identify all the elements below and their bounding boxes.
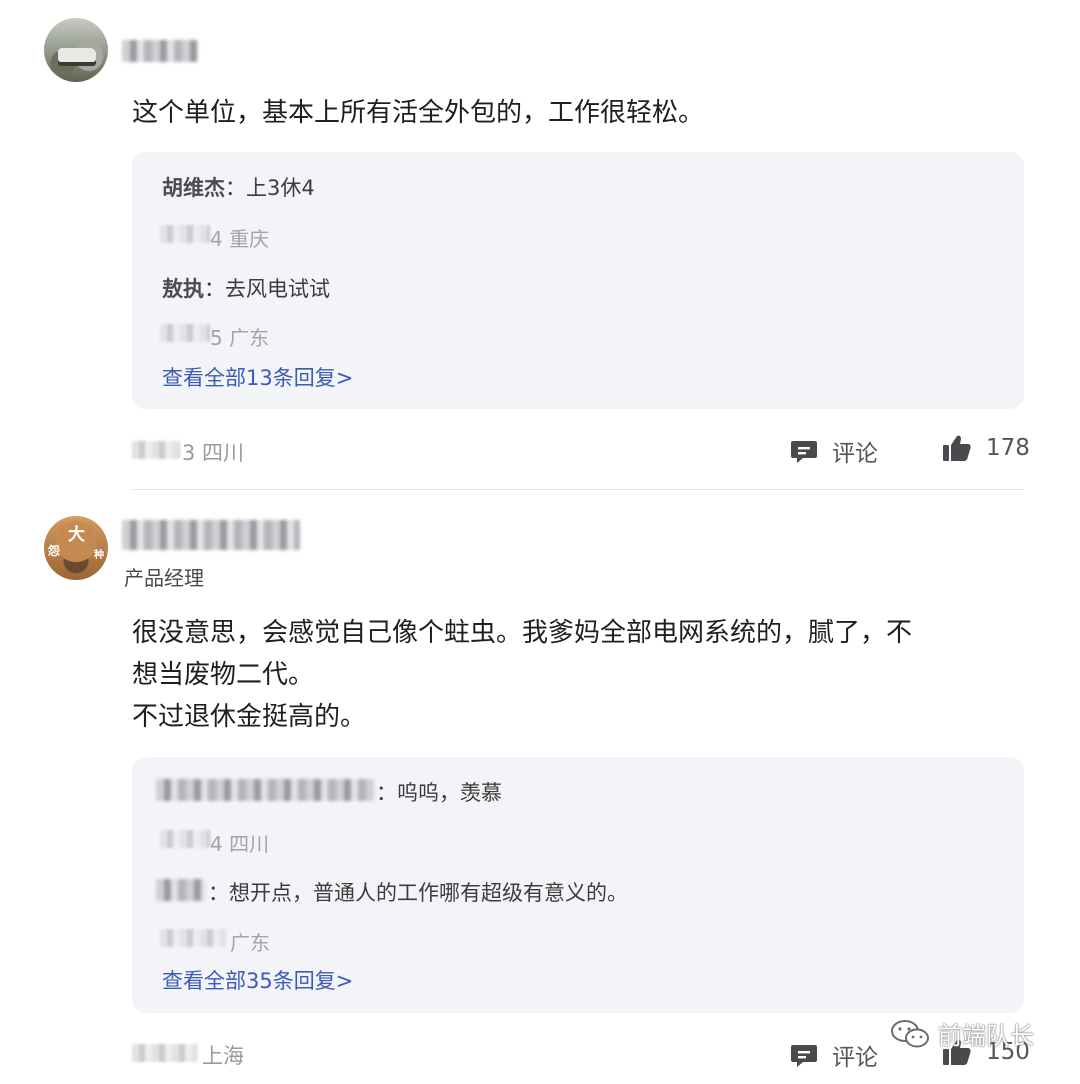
reply-date-redacted (160, 324, 210, 342)
reply-author[interactable]: 胡维杰 (162, 176, 225, 200)
comment-button[interactable]: 评论 (790, 434, 878, 468)
reply-text: 上3休4 (246, 176, 315, 200)
wechat-icon (891, 1019, 929, 1047)
reply-item[interactable]: 胡维杰：上3休4 (162, 172, 315, 202)
reply-separator: ： (208, 881, 229, 905)
avatar-glyph: 怨 (48, 544, 61, 558)
reply-author-redacted[interactable] (156, 779, 374, 801)
view-all-replies-link[interactable]: 查看全部13条回复> (162, 362, 353, 392)
reply-meta: 5 广东 (210, 326, 270, 350)
watermark: 前端队长 (890, 1016, 1034, 1051)
reply-date-redacted (160, 830, 210, 848)
reply-meta: 4 重庆 (210, 227, 270, 251)
avatar[interactable]: 大 怨 种 (44, 516, 108, 580)
reply-preview-box: 胡维杰：上3休4 4 重庆 敖执：去风电试试 5 广东 查看全部13条回复> (132, 152, 1024, 409)
avatar-glyph: 大 (68, 525, 85, 545)
thumbs-up-icon (943, 435, 971, 461)
avatar[interactable] (44, 18, 108, 82)
reply-meta: 广东 (230, 931, 270, 955)
reply-author[interactable]: 敖执 (162, 277, 204, 301)
comment-meta: 上海 (202, 1044, 244, 1068)
comment-button[interactable]: 评论 (790, 1038, 878, 1072)
watermark-text: 前端队长 (938, 1022, 1034, 1050)
reply-text: 去风电试试 (225, 277, 330, 301)
comment-label: 评论 (832, 441, 878, 467)
reply-date-redacted (160, 929, 226, 947)
reply-date-redacted (160, 225, 210, 243)
comment-meta: 3 四川 (182, 441, 245, 465)
comment-bubble-icon (791, 441, 817, 463)
avatar-photo-vehicle (58, 48, 96, 66)
comment-bubble-icon (791, 1045, 817, 1067)
comment-text: 很没意思，会感觉自己像个蛀虫。我爹妈全部电网系统的，腻了，不 想当废物二代。 不… (132, 618, 913, 732)
comment-text: 这个单位，基本上所有活全外包的，工作很轻松。 (132, 98, 705, 128)
reply-text: 想开点，普通人的工作哪有超级有意义的。 (229, 881, 628, 905)
like-count: 178 (986, 435, 1030, 461)
view-all-replies-link[interactable]: 查看全部35条回复> (162, 965, 353, 995)
like-button[interactable]: 178 (942, 434, 1030, 462)
reply-preview-box: ：呜呜，羡慕 4 四川 ：想开点，普通人的工作哪有超级有意义的。 广东 查看全部… (132, 757, 1024, 1013)
reply-meta: 4 四川 (210, 832, 270, 856)
reply-item[interactable]: ：想开点，普通人的工作哪有超级有意义的。 (208, 877, 628, 907)
user-title: 产品经理 (124, 566, 204, 590)
comment-date-redacted (132, 1044, 198, 1062)
comment-divider (132, 489, 1024, 490)
comment-date-redacted (132, 441, 180, 459)
avatar-glyph: 种 (94, 550, 104, 561)
reply-author-redacted[interactable] (156, 879, 206, 901)
reply-text: 呜呜，羡慕 (397, 781, 502, 805)
reply-separator: ： (376, 781, 397, 805)
username-redacted[interactable] (122, 40, 198, 62)
reply-separator: ： (204, 277, 225, 301)
username-redacted[interactable] (122, 520, 300, 550)
reply-item[interactable]: 敖执：去风电试试 (162, 273, 330, 303)
comment-label: 评论 (832, 1045, 878, 1071)
reply-item[interactable]: ：呜呜，羡慕 (376, 777, 502, 807)
reply-separator: ： (225, 176, 246, 200)
